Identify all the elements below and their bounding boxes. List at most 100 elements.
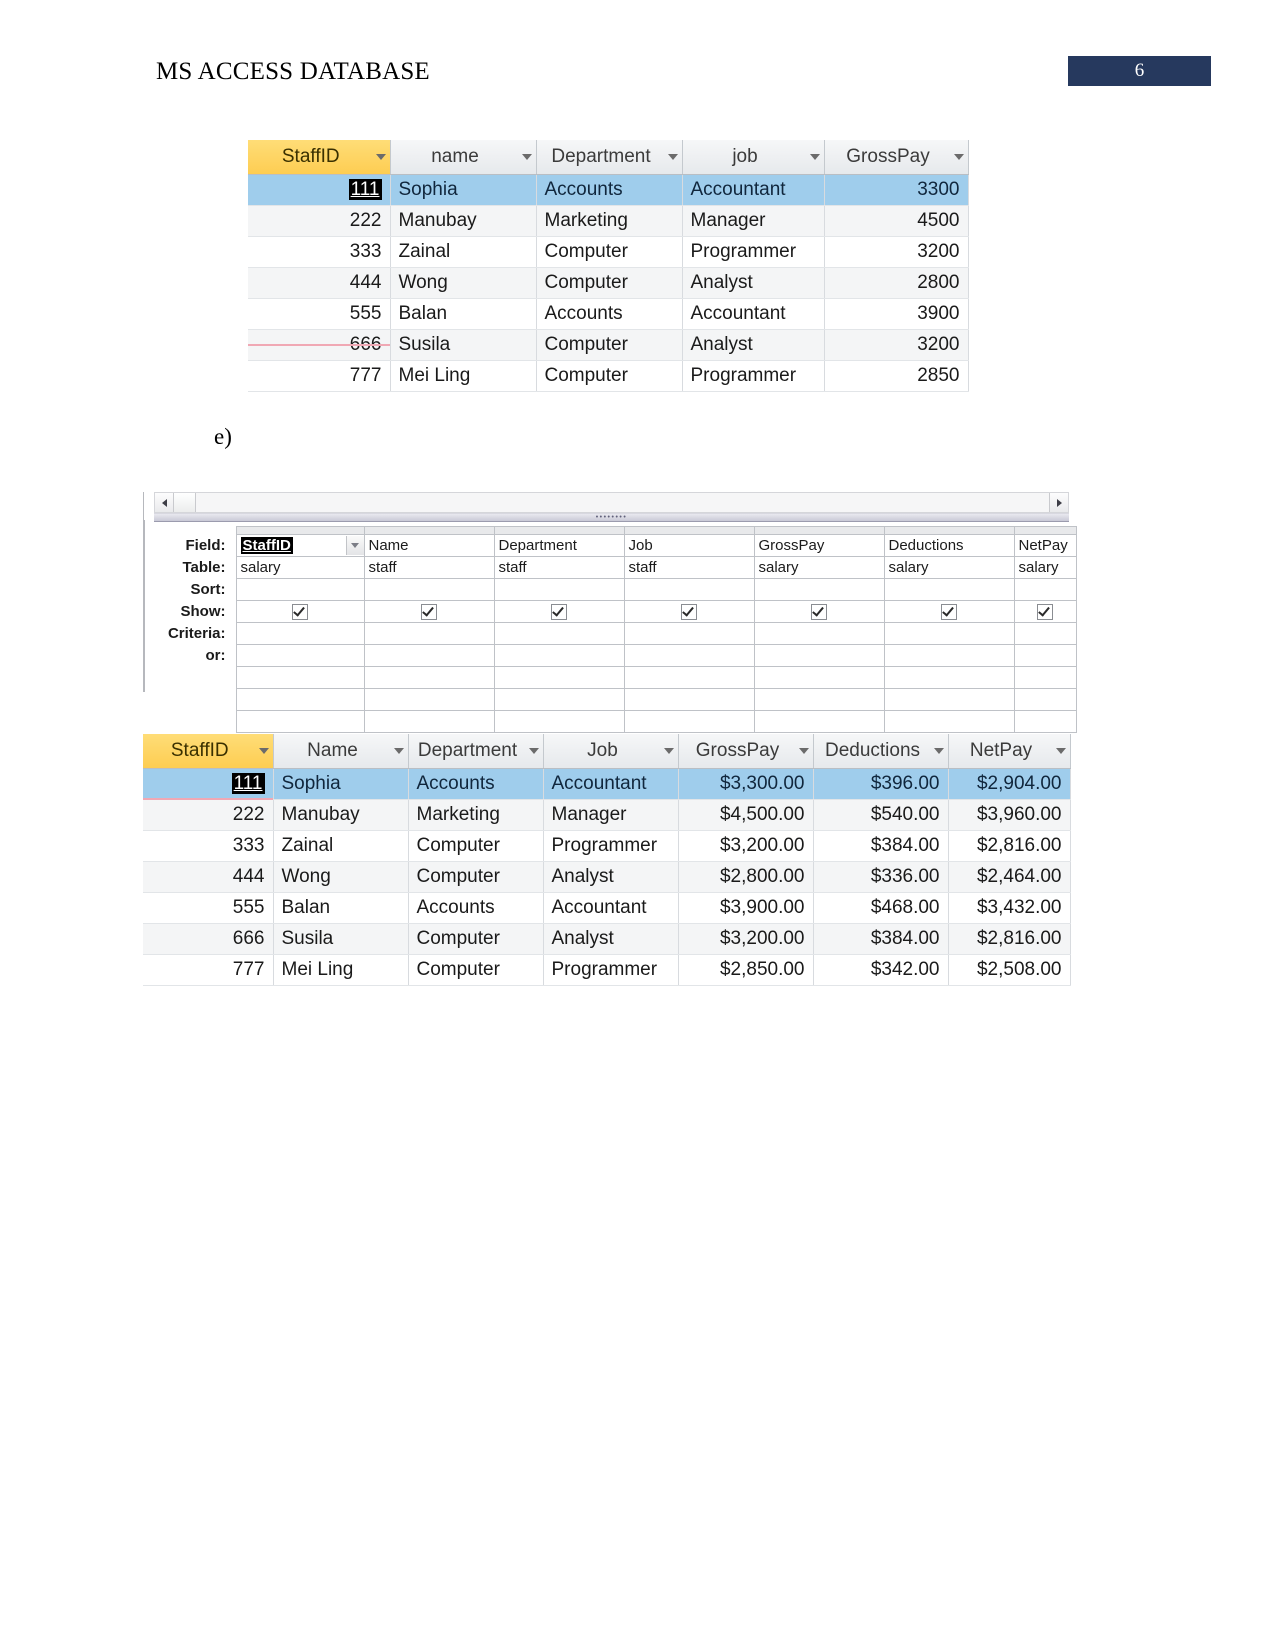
chevron-down-icon[interactable] xyxy=(663,748,674,754)
query-grid-empty-cell[interactable] xyxy=(753,666,885,689)
cell-netpay[interactable]: $2,816.00 xyxy=(948,830,1071,862)
query-grid-empty-cell[interactable] xyxy=(363,666,495,689)
query-show-checkbox-department[interactable] xyxy=(493,600,625,623)
query-grid-empty-cell[interactable] xyxy=(363,688,495,711)
checkbox-checked-icon[interactable] xyxy=(941,604,957,621)
table-row[interactable]: 333 Zainal Computer Programmer 3200 xyxy=(248,236,969,268)
query-criteria-cell-job[interactable] xyxy=(623,622,755,645)
field-dropdown-button[interactable] xyxy=(345,536,363,555)
scrollbar-thumb[interactable] xyxy=(174,493,196,512)
cell-department[interactable]: Accounts xyxy=(408,892,544,924)
query-show-checkbox-name[interactable] xyxy=(363,600,495,623)
query-sort-cell-grosspay[interactable] xyxy=(753,578,885,601)
query-grid-empty-cell[interactable] xyxy=(493,710,625,733)
column-header-name[interactable]: Name xyxy=(273,734,409,769)
cell-department[interactable]: Accounts xyxy=(536,174,683,206)
checkbox-checked-icon[interactable] xyxy=(551,604,567,621)
query-table-cell-job[interactable]: staff xyxy=(623,556,755,579)
cell-deductions[interactable]: $396.00 xyxy=(813,768,949,800)
query-grid-empty-cell[interactable] xyxy=(363,710,495,733)
query-or-cell-name[interactable] xyxy=(363,644,495,667)
query-column-selector[interactable] xyxy=(753,526,885,535)
cell-grosspay[interactable]: 4500 xyxy=(824,205,969,237)
cell-grosspay[interactable]: $3,900.00 xyxy=(678,892,814,924)
cell-staffid[interactable]: 555 xyxy=(143,892,274,924)
cell-department[interactable]: Computer xyxy=(408,954,544,986)
query-criteria-cell-department[interactable] xyxy=(493,622,625,645)
query-field-cell-staffid[interactable]: StaffID xyxy=(235,534,365,557)
chevron-down-icon[interactable] xyxy=(528,748,539,754)
cell-staffid[interactable]: 333 xyxy=(248,236,391,268)
query-criteria-cell-netpay[interactable] xyxy=(1013,622,1077,645)
query-field-cell-name[interactable]: Name xyxy=(363,534,495,557)
scroll-left-arrow-icon[interactable] xyxy=(155,493,174,512)
query-sort-cell-staffid[interactable] xyxy=(235,578,365,601)
cell-grosspay[interactable]: $4,500.00 xyxy=(678,799,814,831)
cell-department[interactable]: Computer xyxy=(536,267,683,299)
query-grid-empty-cell[interactable] xyxy=(493,666,625,689)
query-grid-empty-cell[interactable] xyxy=(623,666,755,689)
column-header-job[interactable]: job xyxy=(682,140,825,175)
chevron-down-icon[interactable] xyxy=(798,748,809,754)
query-table-cell-netpay[interactable]: salary xyxy=(1013,556,1077,579)
column-header-grosspay[interactable]: GrossPay xyxy=(824,140,969,175)
query-table-cell-staffid[interactable]: salary xyxy=(235,556,365,579)
cell-job[interactable]: Manager xyxy=(682,205,825,237)
cell-staffid[interactable]: 111 xyxy=(248,174,391,206)
cell-staffid[interactable]: 333 xyxy=(143,830,274,862)
checkbox-checked-icon[interactable] xyxy=(292,604,308,621)
query-grid-empty-cell[interactable] xyxy=(1013,666,1077,689)
table-row[interactable]: 222 Manubay Marketing Manager 4500 xyxy=(248,205,969,237)
column-header-netpay[interactable]: NetPay xyxy=(948,734,1071,769)
query-sort-cell-job[interactable] xyxy=(623,578,755,601)
cell-staffid[interactable]: 555 xyxy=(248,298,391,330)
chevron-down-icon[interactable] xyxy=(933,748,944,754)
query-column-selector[interactable] xyxy=(493,526,625,535)
query-or-cell-job[interactable] xyxy=(623,644,755,667)
cell-staffid[interactable]: 222 xyxy=(248,205,391,237)
cell-job[interactable]: Programmer xyxy=(682,360,825,392)
cell-deductions[interactable]: $384.00 xyxy=(813,923,949,955)
cell-staffid[interactable]: 777 xyxy=(248,360,391,392)
query-grid-empty-cell[interactable] xyxy=(1013,688,1077,711)
cell-netpay[interactable]: $3,432.00 xyxy=(948,892,1071,924)
table-row[interactable]: 111 Sophia Accounts Accountant 3300 xyxy=(248,174,969,206)
cell-netpay[interactable]: $2,904.00 xyxy=(948,768,1071,800)
cell-department[interactable]: Computer xyxy=(408,861,544,893)
chevron-down-icon[interactable] xyxy=(667,154,678,160)
query-criteria-cell-deductions[interactable] xyxy=(883,622,1015,645)
cell-job[interactable]: Programmer xyxy=(543,954,679,986)
cell-department[interactable]: Marketing xyxy=(536,205,683,237)
table-row[interactable]: 222 Manubay Marketing Manager $4,500.00 $540.… xyxy=(143,799,1071,831)
cell-grosspay[interactable]: 3300 xyxy=(824,174,969,206)
cell-department[interactable]: Computer xyxy=(408,830,544,862)
query-grid-empty-cell[interactable] xyxy=(623,710,755,733)
query-column-selector[interactable] xyxy=(1013,526,1077,535)
cell-name[interactable]: Wong xyxy=(273,861,409,893)
query-grid-empty-cell[interactable] xyxy=(235,666,365,689)
column-header-grosspay[interactable]: GrossPay xyxy=(678,734,814,769)
column-header-department[interactable]: Department xyxy=(536,140,683,175)
query-table-cell-name[interactable]: staff xyxy=(363,556,495,579)
table-row[interactable]: 444 Wong Computer Analyst $2,800.00 $336.00 $2… xyxy=(143,861,1071,893)
cell-name[interactable]: Sophia xyxy=(390,174,537,206)
query-or-cell-deductions[interactable] xyxy=(883,644,1015,667)
query-grid-empty-cell[interactable] xyxy=(883,688,1015,711)
cell-name[interactable]: Sophia xyxy=(273,768,409,800)
query-sort-cell-name[interactable] xyxy=(363,578,495,601)
cell-department[interactable]: Computer xyxy=(536,236,683,268)
chevron-down-icon[interactable] xyxy=(375,154,386,160)
cell-grosspay[interactable]: 3200 xyxy=(824,329,969,361)
query-pane-splitter[interactable]: •••••••• xyxy=(154,513,1069,522)
query-grid-empty-cell[interactable] xyxy=(883,710,1015,733)
checkbox-checked-icon[interactable] xyxy=(421,604,437,621)
cell-name[interactable]: Susila xyxy=(273,923,409,955)
cell-netpay[interactable]: $2,464.00 xyxy=(948,861,1071,893)
query-grid-empty-cell[interactable] xyxy=(753,688,885,711)
cell-name[interactable]: Balan xyxy=(390,298,537,330)
table-row[interactable]: 333 Zainal Computer Programmer $3,200.00 $384… xyxy=(143,830,1071,862)
query-grid-empty-cell[interactable] xyxy=(753,710,885,733)
column-header-deductions[interactable]: Deductions xyxy=(813,734,949,769)
column-header-department[interactable]: Department xyxy=(408,734,544,769)
cell-department[interactable]: Accounts xyxy=(408,768,544,800)
